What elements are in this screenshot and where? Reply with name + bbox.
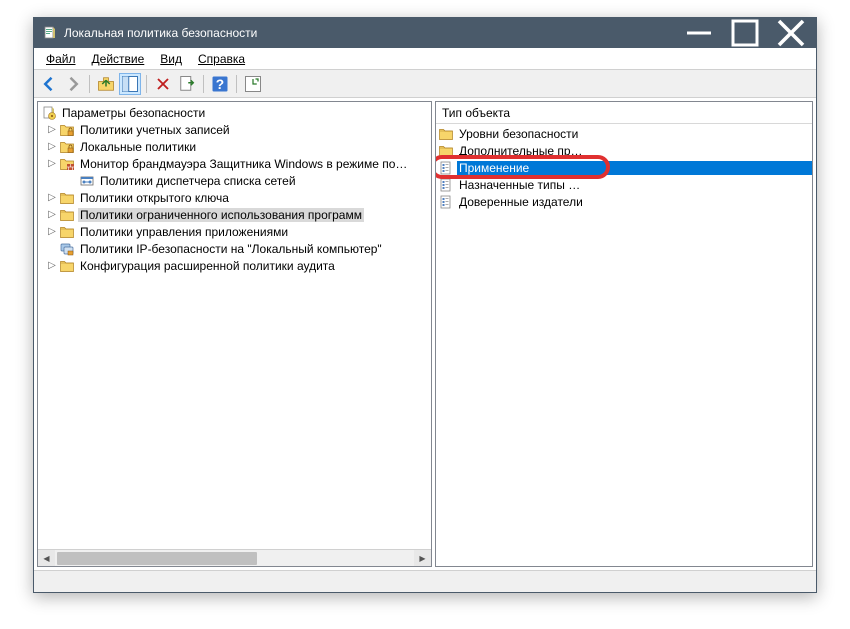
toolbar-separator	[146, 75, 147, 93]
export-button[interactable]	[176, 73, 198, 95]
folder-icon	[438, 143, 454, 159]
tree-item[interactable]: Политики диспетчера списка сетей	[38, 172, 431, 189]
list-item[interactable]: Применение	[436, 159, 812, 176]
tree-item-label: Локальные политики	[78, 140, 198, 154]
expand-icon[interactable]: ▷	[46, 124, 58, 135]
folder-icon	[438, 126, 454, 142]
titlebar: Локальная политика безопасности	[34, 18, 816, 48]
toolbar: ?	[34, 70, 816, 98]
tree-item[interactable]: ▷ Политики управления приложениями	[38, 223, 431, 240]
tree-item[interactable]: ▷ Монитор брандмауэра Защитника Windows в…	[38, 155, 431, 172]
list-item-label: Доверенные издатели	[457, 195, 812, 209]
menu-action[interactable]: Действие	[84, 50, 153, 68]
delete-button[interactable]	[152, 73, 174, 95]
folder-icon	[59, 190, 75, 206]
folder-icon	[59, 156, 75, 172]
menu-file[interactable]: Файл	[38, 50, 84, 68]
folder-icon	[79, 173, 95, 189]
statusbar	[34, 570, 816, 592]
expand-icon[interactable]: ▷	[46, 260, 58, 271]
tree-item-label: Политики ограниченного использования про…	[78, 208, 364, 222]
list-pane: Тип объекта Уровни безопасности Дополните…	[435, 101, 813, 567]
toolbar-separator	[203, 75, 204, 93]
list-view[interactable]: Уровни безопасности Дополнительные пр… При…	[436, 124, 812, 566]
back-button[interactable]	[38, 73, 60, 95]
folder-icon	[59, 224, 75, 240]
minimize-button[interactable]	[676, 18, 722, 48]
folder-icon	[59, 207, 75, 223]
scroll-thumb[interactable]	[57, 552, 257, 565]
list-item-label: Назначенные типы …	[457, 178, 812, 192]
tree-item-label: Политики диспетчера списка сетей	[98, 174, 298, 188]
show-tree-button[interactable]	[119, 73, 141, 95]
list-item[interactable]: Уровни безопасности	[436, 125, 812, 142]
list-item-label: Дополнительные пр…	[457, 144, 812, 158]
list-item-label: Применение	[457, 161, 812, 175]
app-window: Локальная политика безопасности Файл Дей…	[33, 17, 817, 593]
expand-icon[interactable]: ▷	[46, 141, 58, 152]
list-item-label: Уровни безопасности	[457, 127, 812, 141]
tree-item-label: Политики управления приложениями	[78, 225, 290, 239]
tree-pane: Параметры безопасности▷Политики учетных …	[37, 101, 432, 567]
tree-root-label: Параметры безопасности	[60, 106, 207, 120]
tree-item[interactable]: ▷ Конфигурация расширенной политики аудит…	[38, 257, 431, 274]
folder-icon	[59, 258, 75, 274]
help-button[interactable]: ?	[209, 73, 231, 95]
list-item[interactable]: Дополнительные пр…	[436, 142, 812, 159]
close-button[interactable]	[768, 18, 814, 48]
tree-root[interactable]: Параметры безопасности	[38, 104, 431, 121]
tree-item-label: Конфигурация расширенной политики аудита	[78, 259, 337, 273]
tree-item[interactable]: Политики IP-безопасности на "Локальный к…	[38, 240, 431, 257]
content-area: Параметры безопасности▷Политики учетных …	[34, 98, 816, 570]
scroll-right-arrow[interactable]: ▶	[414, 550, 431, 567]
app-icon	[42, 25, 58, 41]
folder-icon	[59, 139, 75, 155]
properties-icon	[438, 177, 454, 193]
folder-icon	[59, 241, 75, 257]
tree-item[interactable]: ▷ Локальные политики	[38, 138, 431, 155]
horizontal-scrollbar[interactable]: ◀ ▶	[38, 549, 431, 566]
tree-item-label: Политики IP-безопасности на "Локальный к…	[78, 242, 384, 256]
tree-item-label: Политики открытого ключа	[78, 191, 231, 205]
menu-view[interactable]: Вид	[152, 50, 190, 68]
expand-icon[interactable]: ▷	[46, 226, 58, 237]
up-button[interactable]	[95, 73, 117, 95]
properties-icon	[438, 160, 454, 176]
expand-icon[interactable]: ▷	[46, 192, 58, 203]
tree-item[interactable]: ▷ Политики ограниченного использования пр…	[38, 206, 431, 223]
list-item[interactable]: Доверенные издатели	[436, 193, 812, 210]
toolbar-separator	[89, 75, 90, 93]
refresh-button[interactable]	[242, 73, 264, 95]
properties-icon	[438, 194, 454, 210]
expand-icon[interactable]: ▷	[46, 209, 58, 220]
security-icon	[41, 105, 57, 121]
tree-item[interactable]: ▷ Политики учетных записей	[38, 121, 431, 138]
forward-button[interactable]	[62, 73, 84, 95]
tree-item-label: Политики учетных записей	[78, 123, 232, 137]
list-column-header[interactable]: Тип объекта	[436, 102, 812, 124]
window-title: Локальная политика безопасности	[64, 26, 676, 40]
menu-help[interactable]: Справка	[190, 50, 253, 68]
scroll-left-arrow[interactable]: ◀	[38, 550, 55, 567]
expand-icon[interactable]: ▷	[46, 158, 58, 169]
list-item[interactable]: Назначенные типы …	[436, 176, 812, 193]
tree-item-label: Монитор брандмауэра Защитника Windows в …	[78, 157, 409, 171]
toolbar-separator	[236, 75, 237, 93]
maximize-button[interactable]	[722, 18, 768, 48]
menubar: Файл Действие Вид Справка	[34, 48, 816, 70]
svg-text:?: ?	[216, 77, 224, 92]
folder-icon	[59, 122, 75, 138]
tree-view[interactable]: Параметры безопасности▷Политики учетных …	[38, 102, 431, 549]
tree-item[interactable]: ▷ Политики открытого ключа	[38, 189, 431, 206]
